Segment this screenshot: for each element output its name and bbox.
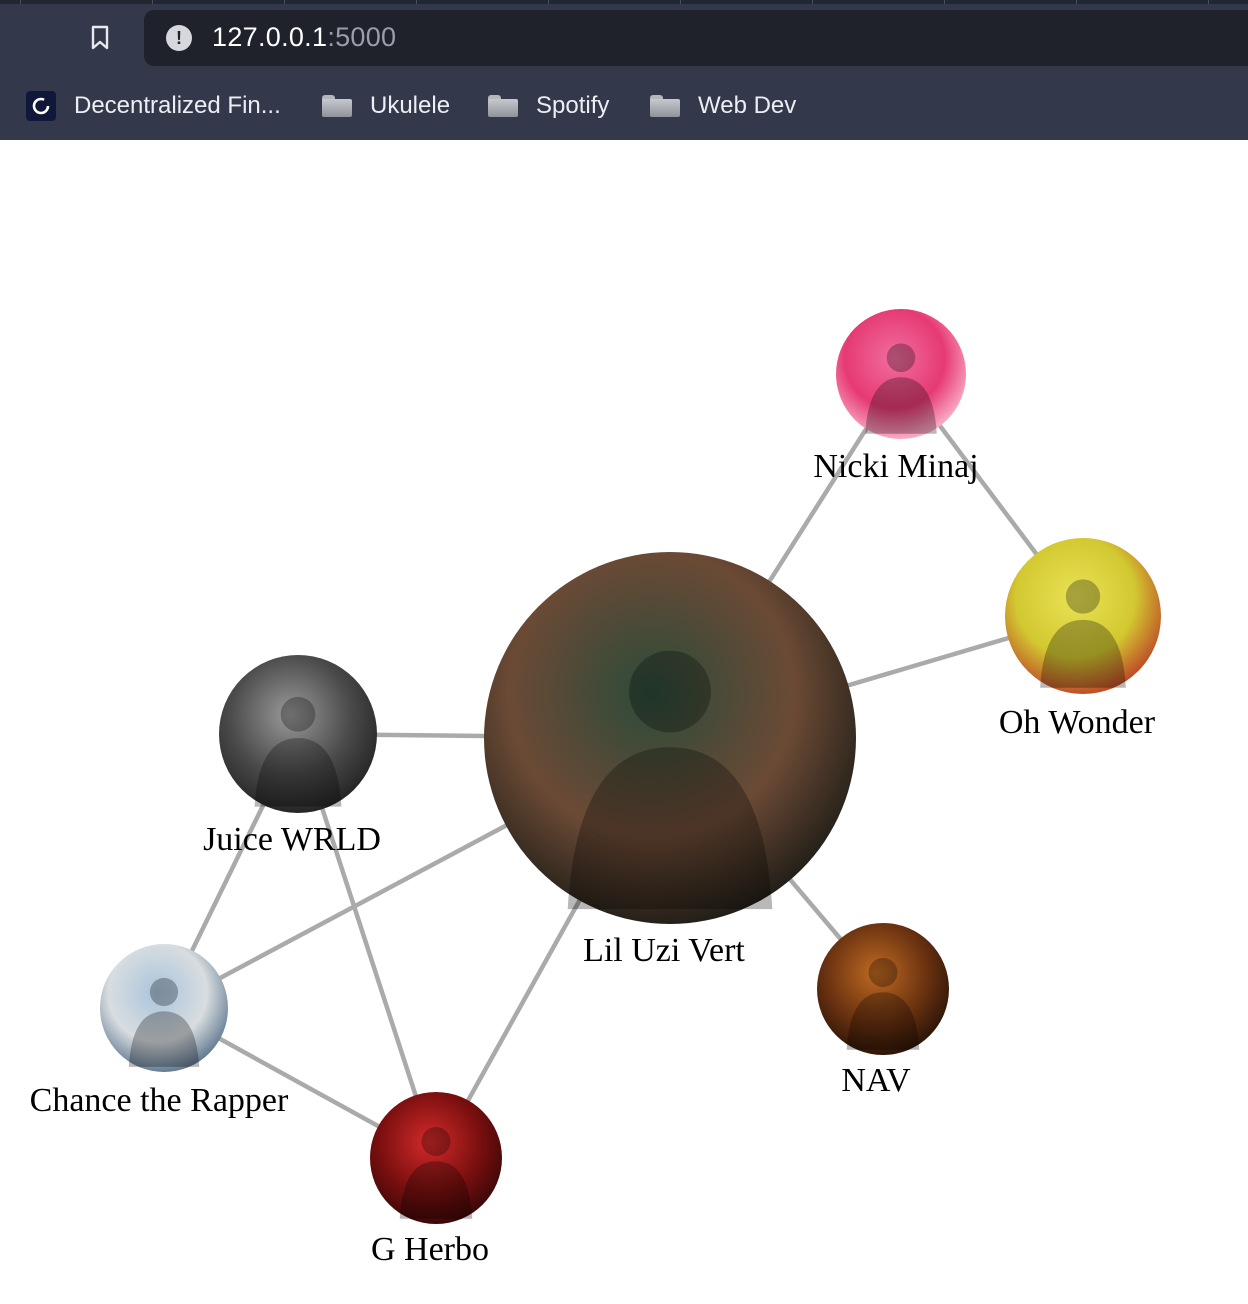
artist-label: Oh Wonder [999, 704, 1156, 741]
bookmark-folder-ukulele[interactable]: Ukulele [322, 86, 450, 126]
bookmark-decentralized-finance[interactable]: Decentralized Fin... [26, 86, 281, 126]
artist-label: NAV [841, 1062, 911, 1099]
tab-separator [1076, 0, 1077, 4]
artist-node-nav[interactable]: NAV [817, 923, 949, 1099]
tab-strip [0, 0, 1248, 4]
bookmarks-bar: Decentralized Fin... Ukulele Spotify Web… [0, 76, 1248, 136]
artist-label: Nicki Minaj [813, 448, 978, 485]
artist-photo-head [149, 977, 179, 1007]
url-host: 127.0.0.1 [212, 22, 328, 52]
artist-label: Juice WRLD [203, 821, 381, 858]
artist-node-chance-the-rapper[interactable]: Chance the Rapper [30, 944, 289, 1119]
tab-separator [416, 0, 417, 4]
bookmark-label: Spotify [536, 92, 610, 119]
bookmark-icon [91, 25, 109, 50]
tab-separator [944, 0, 945, 4]
artist-photo-head [280, 696, 316, 732]
artist-photo-head [1065, 579, 1101, 614]
artist-label: Chance the Rapper [30, 1082, 289, 1119]
artist-node-lil-uzi-vert[interactable]: Lil Uzi Vert [484, 552, 856, 969]
artist-photo-head [421, 1126, 451, 1157]
tab-separator [152, 0, 153, 4]
tab-separator [20, 0, 21, 4]
url-port: :5000 [327, 22, 397, 52]
artist-node-oh-wonder[interactable]: Oh Wonder [999, 538, 1161, 741]
folder-icon [650, 95, 680, 117]
bookmark-label: Ukulele [370, 92, 451, 119]
site-favicon-icon [26, 91, 56, 121]
artist-node-g-herbo[interactable]: G Herbo [370, 1092, 502, 1268]
bookmark-page-button[interactable] [84, 20, 116, 56]
tab-separator [1208, 0, 1209, 4]
bookmark-label: Web Dev [698, 92, 797, 119]
artist-photo-head [868, 957, 898, 988]
bookmark-folder-spotify[interactable]: Spotify [488, 86, 609, 126]
artist-node-nicki-minaj[interactable]: Nicki Minaj [813, 309, 979, 485]
network-graph-canvas: Lil Uzi Vert Nicki Minaj Oh Wonder Juice WR… [30, 309, 1161, 1268]
tab-separator [284, 0, 285, 4]
site-info-icon[interactable]: ! [166, 25, 192, 51]
bookmark-folder-web-dev[interactable]: Web Dev [650, 86, 796, 126]
artist-photo-head [886, 343, 916, 373]
folder-icon [322, 95, 352, 117]
folder-icon [488, 95, 518, 117]
tab-separator [548, 0, 549, 4]
address-bar[interactable]: ! 127.0.0.1:5000 [144, 10, 1248, 66]
nodes-layer: Lil Uzi Vert Nicki Minaj Oh Wonder Juice WR… [30, 309, 1161, 1268]
url-text[interactable]: 127.0.0.1:5000 [212, 22, 396, 53]
tab-separator [680, 0, 681, 4]
bookmark-label: Decentralized Fin... [74, 92, 281, 119]
artist-network-graph: Lil Uzi Vert Nicki Minaj Oh Wonder Juice WR… [0, 140, 1248, 1304]
browser-chrome: ! 127.0.0.1:5000 Decentralized Fin... Uk… [0, 0, 1248, 140]
tab-separator [812, 0, 813, 4]
artist-node-juice-wrld[interactable]: Juice WRLD [203, 655, 381, 858]
artist-photo-head [629, 650, 711, 733]
artist-label: Lil Uzi Vert [583, 932, 745, 969]
artist-label: G Herbo [371, 1231, 489, 1268]
